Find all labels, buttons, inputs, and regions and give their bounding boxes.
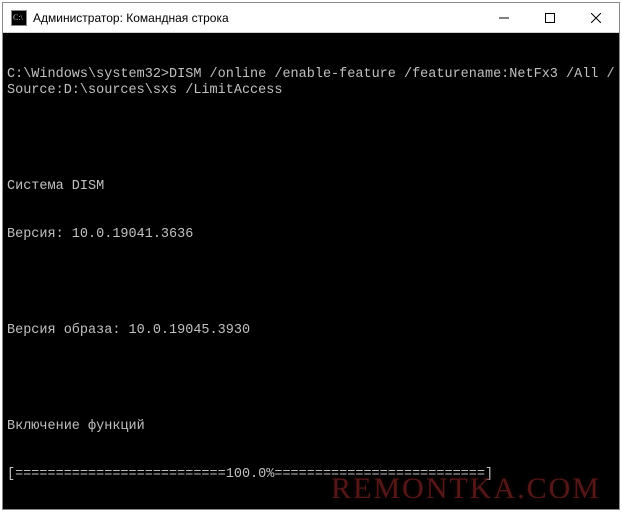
terminal-line bbox=[7, 131, 615, 147]
close-button[interactable] bbox=[573, 3, 619, 32]
window-title: Администратор: Командная строка bbox=[33, 11, 481, 25]
terminal-line bbox=[7, 371, 615, 387]
terminal-body[interactable]: C:\Windows\system32>DISM /online /enable… bbox=[3, 33, 619, 509]
titlebar[interactable]: C:\ Администратор: Командная строка bbox=[3, 3, 619, 33]
svg-text:C:\: C:\ bbox=[13, 13, 24, 22]
terminal-line: Версия: 10.0.19041.3636 bbox=[7, 227, 615, 243]
minimize-button[interactable] bbox=[481, 3, 527, 32]
terminal-line: C:\Windows\system32>DISM /online /enable… bbox=[7, 67, 615, 99]
watermark: REMONTKA.COM bbox=[331, 481, 601, 497]
prompt: C:\Windows\system32> bbox=[7, 67, 169, 82]
terminal-line: Версия образа: 10.0.19045.3930 bbox=[7, 323, 615, 339]
terminal-line: Cистема DISM bbox=[7, 179, 615, 195]
terminal-line: Включение функций bbox=[7, 419, 615, 435]
window-controls bbox=[481, 3, 619, 32]
cmd-icon: C:\ bbox=[11, 10, 27, 26]
maximize-button[interactable] bbox=[527, 3, 573, 32]
progress-bar: [==========================100.0%=======… bbox=[7, 467, 615, 483]
command-prompt-window: C:\ Администратор: Командная строка C:\W… bbox=[2, 2, 620, 510]
terminal-line bbox=[7, 275, 615, 291]
